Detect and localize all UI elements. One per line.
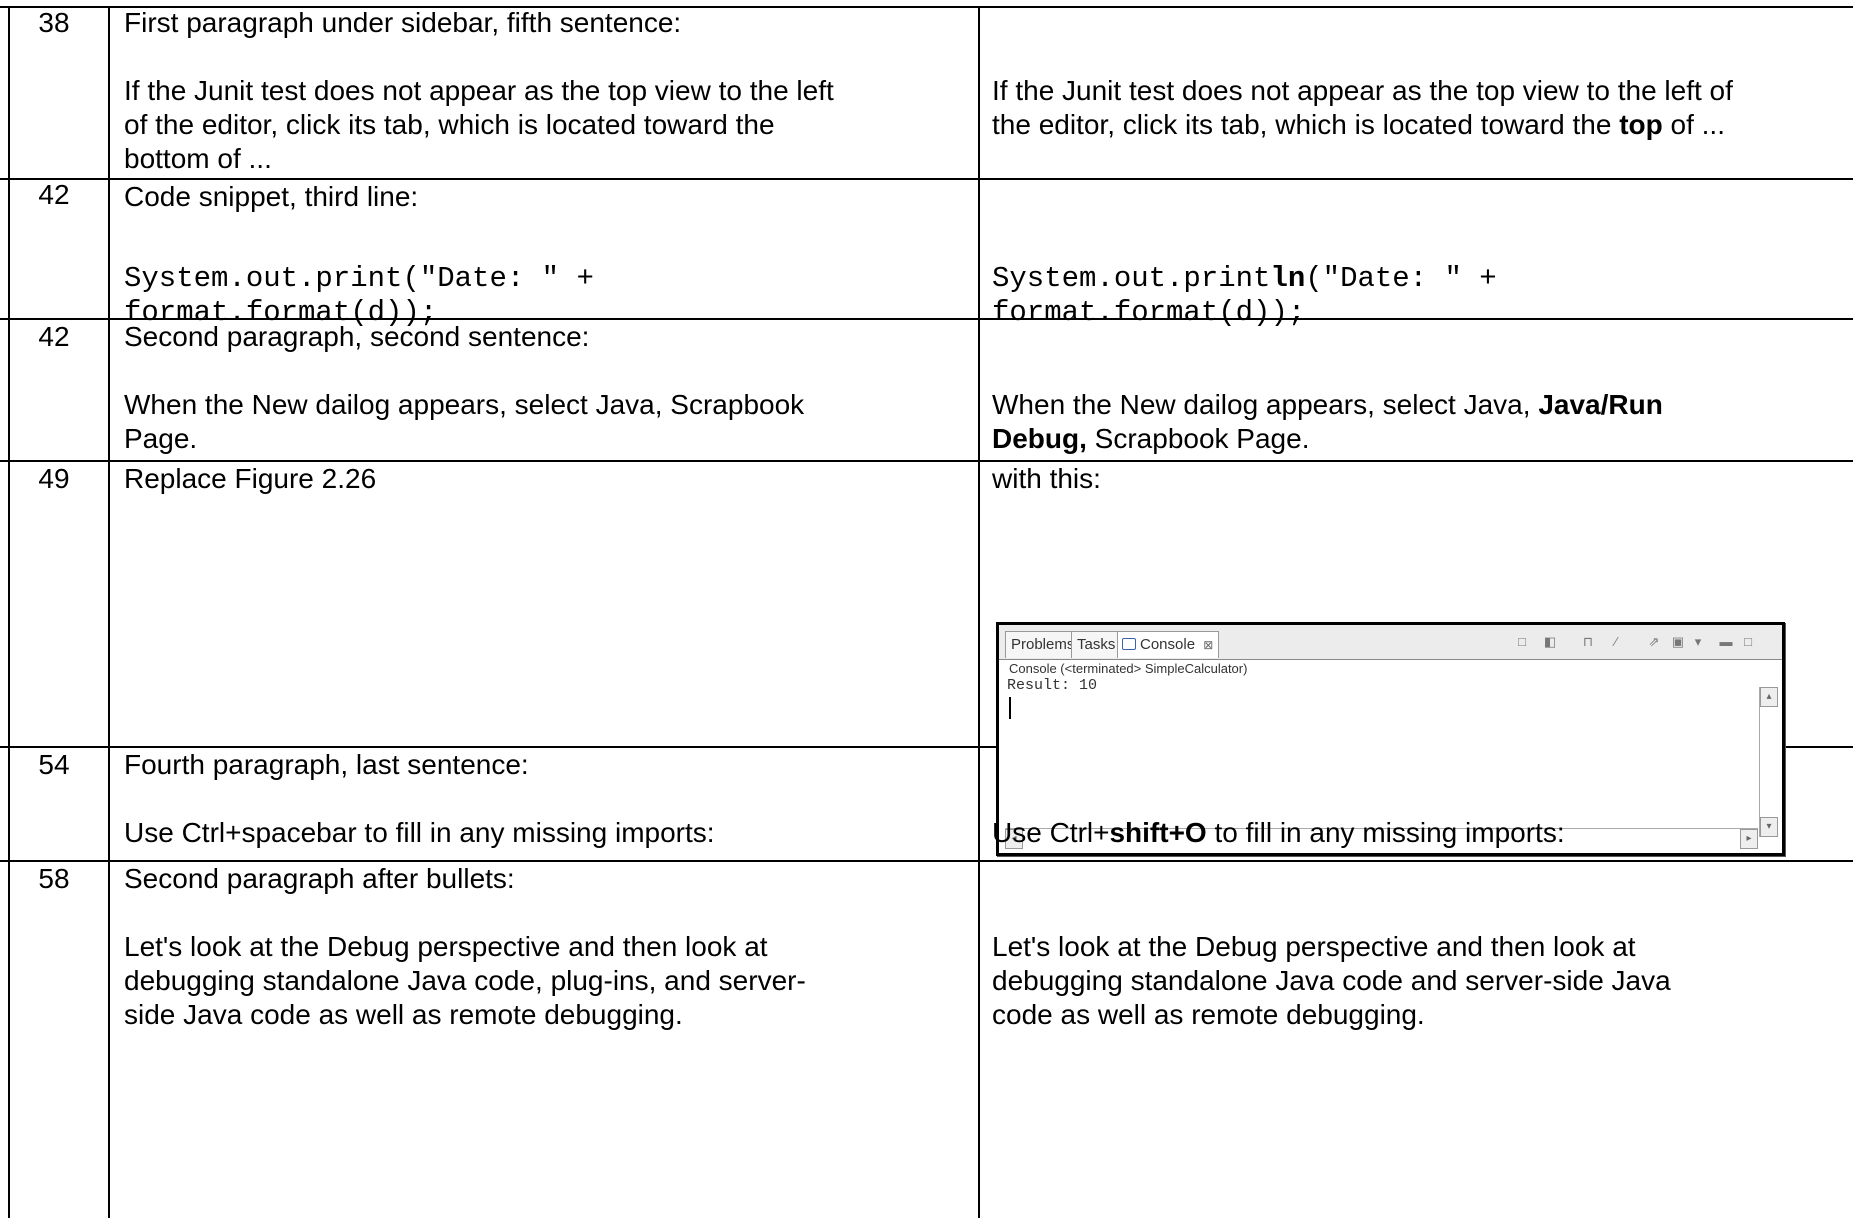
dropdown-icon: ▾ — [1694, 634, 1702, 649]
clear-console-icon: □ — [1518, 634, 1526, 649]
view-tab-bar: Problems Tasks Console ⊠ □ ◧ ⊓ ∕ ⇗ ▣ ▾ ▬… — [999, 625, 1782, 660]
original-text-line: side Java code as well as remote debuggi… — [124, 999, 683, 1030]
scroll-down-icon: ▾ — [1760, 817, 1778, 837]
change-location: Second paragraph, second sentence: — [124, 321, 590, 352]
original-text-line: Let's look at the Debug perspective and … — [124, 931, 768, 962]
corrected-text-line: code as well as remote debugging. — [992, 999, 1425, 1030]
page-number: 58 — [38, 863, 70, 894]
original-text-line: debugging standalone Java code, plug-ins… — [124, 965, 806, 996]
close-icon: ⊠ — [1203, 638, 1214, 652]
corrected-text-line: with this: — [992, 463, 1101, 494]
pin-console-icon: ⊓ — [1582, 634, 1594, 649]
minimize-icon: ▬ — [1719, 634, 1733, 649]
original-text-line: If the Junit test does not appear as the… — [124, 75, 834, 106]
console-icon — [1122, 638, 1136, 650]
change-location: Fourth paragraph, last sentence: — [124, 749, 529, 780]
tab-console: Console ⊠ — [1117, 631, 1220, 658]
console-output: Result: 10 — [1007, 677, 1098, 694]
original-text-line: bottom of ... — [124, 143, 272, 174]
page-number: 42 — [38, 179, 70, 210]
tab-tasks: Tasks — [1071, 631, 1122, 658]
corrected-text-line: If the Junit test does not appear as the… — [992, 75, 1733, 106]
terminate-icon: ∕ — [1614, 634, 1618, 649]
scroll-lock-icon: ◧ — [1543, 634, 1557, 649]
original-code-line: System.out.print("Date: " + — [124, 262, 594, 295]
vertical-scrollbar: ▴ ▾ — [1759, 687, 1778, 837]
original-text-line: Page. — [124, 423, 198, 454]
page-number: 42 — [38, 321, 70, 352]
open-console-icon: ▣ — [1671, 634, 1685, 649]
corrected-text-line: debugging standalone Java code and serve… — [992, 965, 1671, 996]
errata-table: 38 First paragraph under sidebar, fifth … — [0, 0, 1853, 1218]
corrected-text-line: Let's look at the Debug perspective and … — [992, 931, 1636, 962]
original-text-line: When the New dailog appears, select Java… — [124, 389, 805, 420]
corrected-text-line: Use Ctrl+shift+O to fill in any missing … — [992, 817, 1565, 848]
page-number: 54 — [38, 749, 70, 780]
corrected-code-line: System.out.println("Date: " + — [992, 262, 1497, 295]
column-divider — [108, 8, 110, 1218]
maximize-icon: □ — [1744, 634, 1752, 649]
tab-problems: Problems — [1005, 631, 1081, 658]
column-divider — [978, 8, 980, 1218]
console-title: Console (<terminated> SimpleCalculator) — [1009, 661, 1248, 676]
change-location: Second paragraph after bullets: — [124, 863, 515, 894]
corrected-text-line: When the New dailog appears, select Java… — [992, 389, 1663, 420]
corrected-text-line: Debug, Scrapbook Page. — [992, 423, 1310, 454]
scroll-up-icon: ▴ — [1760, 687, 1778, 707]
change-location: First paragraph under sidebar, fifth sen… — [124, 7, 682, 38]
corrected-code-line: format.format(d)); — [992, 296, 1306, 329]
change-location: Code snippet, third line: — [124, 181, 419, 212]
page-number: 49 — [38, 463, 70, 494]
scroll-right-icon: ▸ — [1740, 829, 1758, 849]
text-caret — [1009, 697, 1011, 719]
original-text-line: Use Ctrl+spacebar to fill in any missing… — [124, 817, 715, 848]
change-location: Replace Figure 2.26 — [124, 463, 377, 494]
page-number: 38 — [38, 7, 70, 38]
original-text-line: of the editor, click its tab, which is l… — [124, 109, 775, 140]
corrected-text-line: the editor, click its tab, which is loca… — [992, 109, 1725, 140]
display-selected-icon: ⇗ — [1648, 634, 1660, 649]
